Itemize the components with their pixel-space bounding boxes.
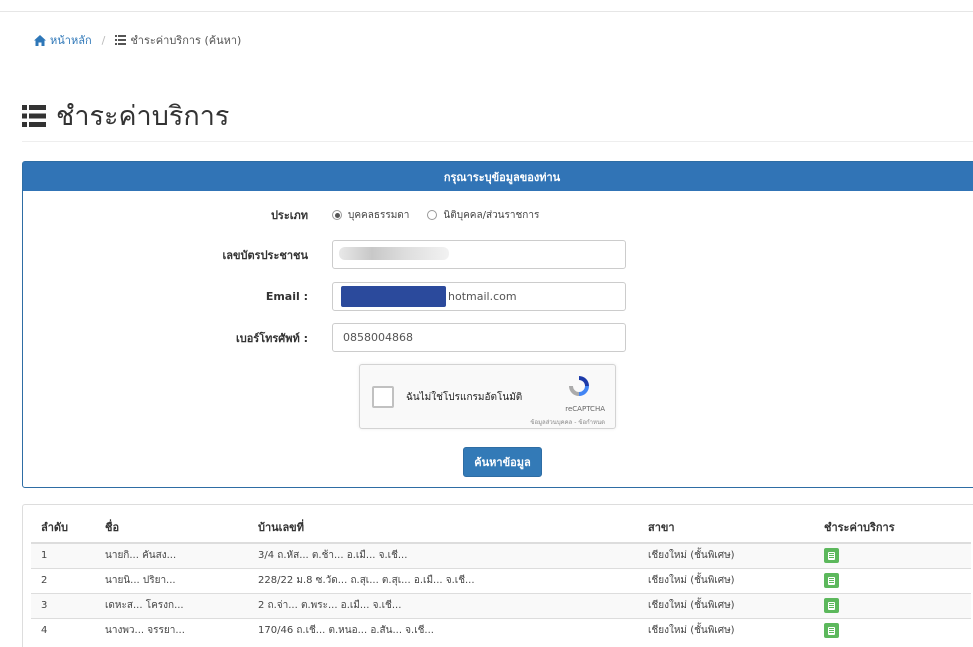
col-address: บ้านเลขที่	[248, 505, 638, 544]
phone-value: 0858004868	[343, 331, 413, 344]
results-table-container: ลำดับ ชื่อ บ้านเลขที่ สาขา ชำระค่าบริการ…	[22, 504, 973, 647]
email-value: hotmail.com	[448, 290, 517, 303]
radio-individual-label: บุคคลธรรมดา	[348, 209, 410, 221]
type-row: ประเภท บุคคลธรรมดา นิติบุคคล/ส่วนราชการ	[23, 206, 973, 224]
cell-branch: เชียงใหม่ (ชั้นพิเศษ)	[638, 567, 814, 593]
table-row: 4 นางพว... จรรยา... 170/46 ถ.เชี... ต.หน…	[31, 617, 971, 643]
receipt-icon	[828, 601, 835, 610]
cell-pay	[814, 592, 971, 618]
email-label: Email :	[265, 290, 308, 303]
recaptcha-checkbox[interactable]	[372, 386, 394, 408]
cell-branch: เชียงใหม่ (ชั้นพิเศษ)	[638, 617, 814, 643]
cell-pay	[814, 567, 971, 593]
cell-address: 3/4 ถ.หัส... ต.ช้า... อ.เมื... จ.เชี...	[248, 542, 638, 568]
list-icon	[22, 104, 46, 127]
cell-name: เดหะส... โครงก...	[95, 592, 248, 618]
table-row: 3 เดหะส... โครงก... 2 ถ.จ่า... ต.พระ... …	[31, 592, 971, 618]
cell-index: 2	[31, 567, 95, 593]
cell-index: 4	[31, 617, 95, 643]
receipt-icon	[828, 626, 835, 635]
cell-address: 2 ถ.จ่า... ต.พระ... อ.เมื... จ.เชี...	[248, 592, 638, 618]
breadcrumb-home-label: หน้าหลัก	[50, 34, 92, 47]
type-label: ประเภท	[270, 209, 308, 222]
id-number-field[interactable]	[332, 240, 626, 269]
cell-address: 170/46 ถ.เชี... ต.หนอ... อ.สัน... จ.เชี.…	[248, 617, 638, 643]
breadcrumb: หน้าหลัก / ชำระค่าบริการ (ค้นหา)	[34, 31, 241, 49]
cell-branch: เชียงใหม่ (ชั้นพิเศษ)	[638, 592, 814, 618]
receipt-icon	[828, 551, 835, 560]
phone-row: เบอร์โทรศัพท์ : 0858004868	[23, 323, 973, 352]
table-row: 2 นายนิ... ปริยา... 228/22 ม.8 ซ.วัด... …	[31, 567, 971, 593]
recaptcha-brand: reCAPTCHA	[565, 405, 605, 413]
recaptcha-terms[interactable]: ข้อมูลส่วนบุคคล - ข้อกำหนด	[530, 417, 605, 427]
col-name: ชื่อ	[95, 505, 248, 544]
list-icon	[115, 35, 127, 45]
cell-index: 3	[31, 592, 95, 618]
recaptcha-widget: ฉันไม่ใช่โปรแกรมอัตโนมัติ reCAPTCHA ข้อม…	[359, 364, 616, 429]
col-index: ลำดับ	[31, 505, 95, 544]
search-button[interactable]: ค้นหาข้อมูล	[463, 447, 542, 477]
table-header-row: ลำดับ ชื่อ บ้านเลขที่ สาขา ชำระค่าบริการ	[31, 505, 971, 544]
id-label: เลขบัตรประชาชน	[222, 248, 308, 262]
type-radio-group: บุคคลธรรมดา นิติบุคคล/ส่วนราชการ	[332, 208, 539, 223]
panel-title: กรุณาระบุข้อมูลของท่าน	[23, 162, 973, 191]
breadcrumb-current-label: ชำระค่าบริการ (ค้นหา)	[130, 34, 242, 47]
breadcrumb-home[interactable]: หน้าหลัก	[34, 31, 92, 49]
radio-juristic[interactable]	[427, 210, 438, 220]
receipt-icon	[828, 576, 835, 585]
cell-pay	[814, 542, 971, 568]
phone-label: เบอร์โทรศัพท์ :	[235, 331, 308, 345]
page-title-text: ชำระค่าบริการ	[56, 101, 230, 132]
breadcrumb-current: ชำระค่าบริการ (ค้นหา)	[115, 31, 241, 49]
divider	[22, 141, 973, 142]
col-branch: สาขา	[638, 505, 814, 544]
cell-name: นายนิ... ปริยา...	[95, 567, 248, 593]
top-bar	[0, 0, 973, 12]
recaptcha-icon	[569, 376, 589, 396]
pay-button[interactable]	[824, 573, 839, 588]
search-panel: กรุณาระบุข้อมูลของท่าน ประเภท บุคคลธรรมด…	[22, 161, 973, 488]
home-icon	[34, 34, 46, 46]
email-row: Email : hotmail.com	[23, 282, 973, 311]
redacted-email	[341, 286, 446, 307]
radio-individual[interactable]	[332, 210, 342, 220]
email-field[interactable]: hotmail.com	[332, 282, 626, 311]
pay-button[interactable]	[824, 548, 839, 564]
results-table: ลำดับ ชื่อ บ้านเลขที่ สาขา ชำระค่าบริการ…	[31, 505, 971, 643]
pay-button[interactable]	[824, 598, 839, 613]
phone-field[interactable]: 0858004868	[332, 323, 626, 352]
cell-name: นายกิ... คันสง...	[95, 542, 248, 568]
id-row: เลขบัตรประชาชน	[23, 240, 973, 269]
page-title: ชำระค่าบริการ	[22, 94, 229, 137]
col-pay: ชำระค่าบริการ	[814, 505, 971, 544]
recaptcha-label: ฉันไม่ใช่โปรแกรมอัตโนมัติ	[406, 392, 523, 403]
pay-button[interactable]	[824, 623, 839, 639]
cell-pay	[814, 617, 971, 643]
table-row: 1 นายกิ... คันสง... 3/4 ถ.หัส... ต.ช้า..…	[31, 542, 971, 568]
redacted-id	[339, 247, 449, 260]
cell-index: 1	[31, 542, 95, 568]
breadcrumb-separator: /	[101, 33, 106, 47]
radio-juristic-label: นิติบุคคล/ส่วนราชการ	[443, 209, 540, 221]
cell-name: นางพว... จรรยา...	[95, 617, 248, 643]
cell-branch: เชียงใหม่ (ชั้นพิเศษ)	[638, 542, 814, 568]
cell-address: 228/22 ม.8 ซ.วัด... ถ.สุเ... ต.สุเ... อ.…	[248, 567, 638, 593]
